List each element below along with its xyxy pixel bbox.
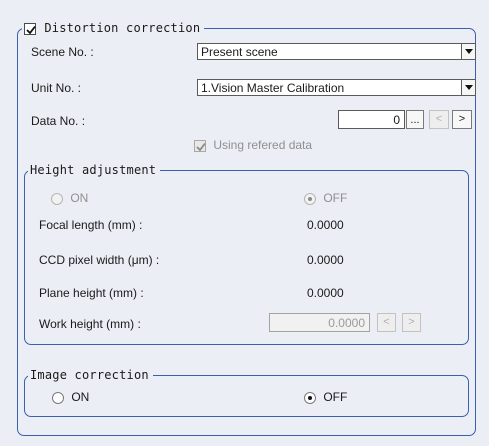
using-refered-data-row[interactable]: Using refered data: [194, 138, 312, 152]
image-correction-off-option[interactable]: OFF: [304, 390, 347, 404]
height-adjustment-on-radio[interactable]: [51, 192, 63, 205]
scene-no-dropdown[interactable]: Present scene: [197, 43, 476, 60]
unit-no-label: Unit No. :: [31, 81, 82, 95]
chevron-down-icon[interactable]: [461, 44, 475, 59]
using-refered-data-label: Using refered data: [213, 138, 313, 152]
data-no-prev-button[interactable]: <: [429, 110, 449, 129]
scene-no-value: Present scene: [201, 45, 278, 59]
height-adjustment-off-radio[interactable]: [304, 192, 316, 205]
work-height-prev-button[interactable]: <: [377, 313, 396, 332]
work-height-label: Work height (mm) :: [39, 317, 141, 331]
distortion-correction-label: Distortion correction: [44, 21, 201, 35]
image-correction-on-radio[interactable]: [52, 391, 64, 404]
work-height-input[interactable]: 0.0000: [269, 313, 370, 332]
focal-length-label: Focal length (mm) :: [39, 218, 143, 232]
height-adjustment-on-label: ON: [70, 191, 89, 205]
data-no-next-button[interactable]: >: [452, 110, 472, 129]
height-adjustment-on-option[interactable]: ON: [51, 191, 88, 205]
distortion-correction-legend: Distortion correction: [22, 21, 205, 35]
plane-height-label: Plane height (mm) :: [39, 286, 144, 300]
height-adjustment-legend: Height adjustment: [28, 163, 161, 177]
data-no-ellipsis-button[interactable]: ...: [406, 110, 424, 129]
scene-no-label: Scene No. :: [31, 45, 94, 59]
unit-no-value: 1.Vision Master Calibration: [201, 81, 345, 95]
distortion-correction-checkbox[interactable]: [24, 22, 36, 35]
image-correction-on-option[interactable]: ON: [52, 390, 89, 404]
work-height-next-button[interactable]: >: [402, 313, 421, 332]
ccd-pixel-width-value: 0.0000: [307, 253, 344, 267]
chevron-down-icon[interactable]: [461, 80, 475, 95]
using-refered-data-checkbox[interactable]: [194, 139, 206, 152]
data-no-label: Data No. :: [31, 114, 86, 128]
height-adjustment-off-label: OFF: [323, 191, 348, 205]
plane-height-value: 0.0000: [307, 286, 344, 300]
data-no-input[interactable]: 0: [338, 110, 405, 129]
ccd-pixel-width-label: CCD pixel width (μm) :: [39, 253, 160, 267]
unit-no-dropdown[interactable]: 1.Vision Master Calibration: [197, 79, 476, 96]
image-correction-legend: Image correction: [28, 368, 153, 382]
focal-length-value: 0.0000: [307, 218, 344, 232]
image-correction-off-radio[interactable]: [304, 391, 316, 404]
image-correction-on-label: ON: [71, 390, 90, 404]
height-adjustment-off-option[interactable]: OFF: [304, 191, 347, 205]
image-correction-off-label: OFF: [323, 390, 348, 404]
